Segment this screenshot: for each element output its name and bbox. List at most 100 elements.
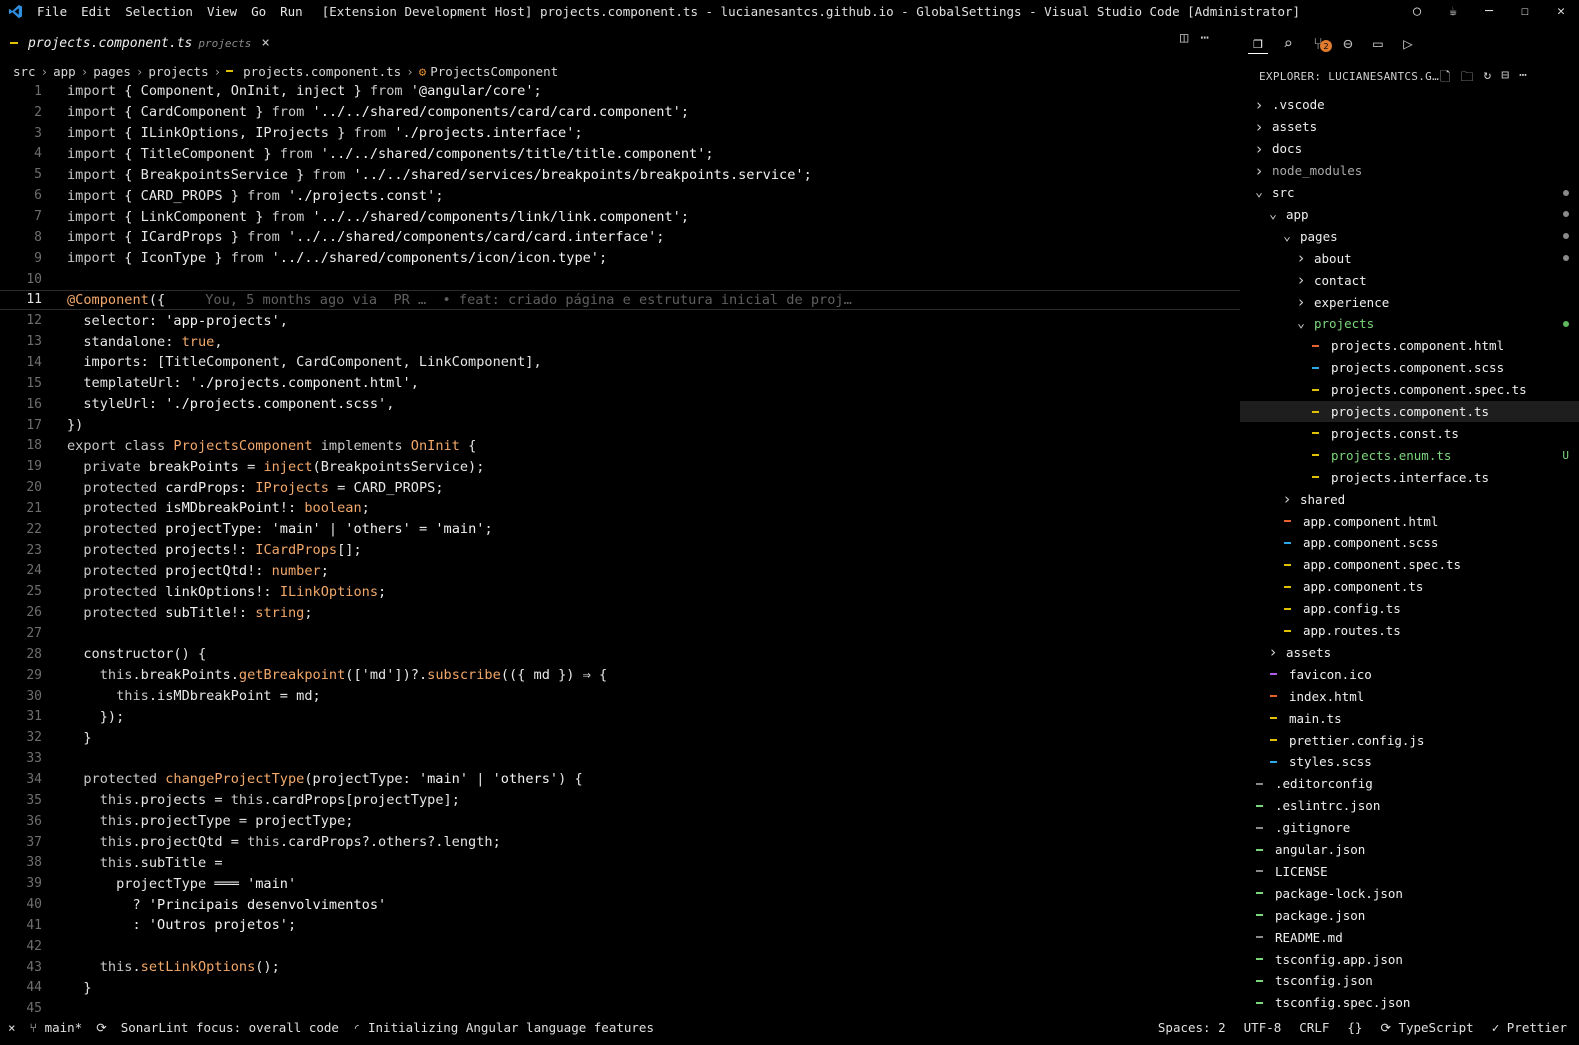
breadcrumb-item[interactable]: projects bbox=[148, 64, 208, 79]
breadcrumb-symbol[interactable]: ProjectsComponent bbox=[430, 64, 558, 79]
folder-item[interactable]: ⌄ app bbox=[1240, 204, 1579, 226]
folder-item[interactable]: › assets bbox=[1240, 116, 1579, 138]
sonarlint-status[interactable]: SonarLint focus: overall code bbox=[121, 1020, 339, 1035]
file-item[interactable]: projects.enum.ts U bbox=[1240, 444, 1579, 466]
file-item[interactable]: index.html bbox=[1240, 685, 1579, 707]
folder-item[interactable]: › shared bbox=[1240, 488, 1579, 510]
menu-selection[interactable]: Selection bbox=[118, 4, 200, 19]
encoding-status[interactable]: UTF-8 bbox=[1244, 1020, 1282, 1035]
menu-file[interactable]: File bbox=[30, 4, 74, 19]
code-line[interactable]: 21 protected isMDbreakPoint!: boolean; bbox=[0, 498, 1240, 519]
menu-run[interactable]: Run bbox=[273, 4, 310, 19]
file-item[interactable]: projects.interface.ts bbox=[1240, 466, 1579, 488]
file-item[interactable]: app.component.html bbox=[1240, 510, 1579, 532]
code-line[interactable]: 30 this.isMDbreakPoint = md; bbox=[0, 686, 1240, 707]
file-item[interactable]: LICENSE bbox=[1240, 861, 1579, 883]
code-line[interactable]: 1 import { Component, OnInit, inject } fr… bbox=[0, 81, 1240, 102]
chevron-right-icon[interactable]: › bbox=[1294, 249, 1308, 267]
breadcrumb-item[interactable]: app bbox=[53, 64, 76, 79]
chevron-right-icon[interactable]: › bbox=[1252, 118, 1266, 136]
extensions-icon[interactable]: ⊖ bbox=[1338, 32, 1358, 54]
menu-view[interactable]: View bbox=[200, 4, 244, 19]
code-line[interactable]: 32 } bbox=[0, 727, 1240, 748]
file-item[interactable]: projects.const.ts bbox=[1240, 423, 1579, 445]
code-line[interactable]: 38 this.subTitle = bbox=[0, 852, 1240, 873]
indentation-status[interactable]: Spaces: 2 bbox=[1158, 1020, 1226, 1035]
chevron-right-icon[interactable]: › bbox=[1252, 96, 1266, 114]
file-item[interactable]: angular.json bbox=[1240, 839, 1579, 861]
code-line[interactable]: 45 bbox=[0, 998, 1240, 1015]
file-item[interactable]: tsconfig.spec.json bbox=[1240, 992, 1579, 1014]
code-line[interactable]: 41 : 'Outros projetos'; bbox=[0, 915, 1240, 936]
file-item[interactable]: .editorconfig bbox=[1240, 773, 1579, 795]
folder-item[interactable]: ⌄ pages bbox=[1240, 225, 1579, 247]
code-line[interactable]: 19 private breakPoints = inject(Breakpoi… bbox=[0, 456, 1240, 477]
chevron-right-icon[interactable]: › bbox=[1294, 271, 1308, 289]
folder-item[interactable]: › experience bbox=[1240, 291, 1579, 313]
refresh-icon[interactable]: ↻ bbox=[1483, 68, 1491, 90]
prettier-status[interactable]: ✓ Prettier bbox=[1492, 1020, 1567, 1035]
code-line[interactable]: 40 ? 'Principais desenvolvimentos' bbox=[0, 894, 1240, 915]
file-item[interactable]: tsconfig.app.json bbox=[1240, 948, 1579, 970]
file-item[interactable]: projects.component.html bbox=[1240, 335, 1579, 357]
code-line[interactable]: 9 import { IconType } from '../../shared/… bbox=[0, 248, 1240, 269]
code-line[interactable]: 5 import { BreakpointsService } from '../… bbox=[0, 164, 1240, 185]
chevron-right-icon[interactable]: › bbox=[1280, 490, 1294, 508]
code-line[interactable]: 7 import { LinkComponent } from '../../sh… bbox=[0, 206, 1240, 227]
search-icon[interactable]: ⌕ bbox=[1278, 32, 1298, 54]
chevron-right-icon[interactable]: › bbox=[1266, 643, 1280, 661]
collapse-all-icon[interactable]: ⊟ bbox=[1501, 68, 1509, 90]
file-item[interactable]: package-lock.json bbox=[1240, 882, 1579, 904]
folder-item[interactable]: › node_modules bbox=[1240, 160, 1579, 182]
chevron-right-icon[interactable]: › bbox=[1294, 293, 1308, 311]
editor-tab-active[interactable]: projects.component.ts projects × bbox=[0, 30, 280, 56]
folder-item[interactable]: ⌄ src bbox=[1240, 182, 1579, 204]
folder-item[interactable]: › .vscode bbox=[1240, 94, 1579, 116]
chevron-down-icon[interactable]: ⌄ bbox=[1294, 316, 1308, 331]
file-item[interactable]: package.json bbox=[1240, 904, 1579, 926]
file-item[interactable]: README.md bbox=[1240, 926, 1579, 948]
code-line[interactable]: 6 import { CARD_PROPS } from './projects.… bbox=[0, 185, 1240, 206]
code-line[interactable]: 11 @Component({You, 5 months ago via PR …… bbox=[0, 289, 1240, 311]
folder-item[interactable]: › assets bbox=[1240, 642, 1579, 664]
breadcrumb-item[interactable]: pages bbox=[93, 64, 131, 79]
file-item[interactable]: projects.component.ts bbox=[1240, 400, 1579, 423]
file-item[interactable]: app.component.scss bbox=[1240, 532, 1579, 554]
code-line[interactable]: 23 protected projects!: ICardProps[]; bbox=[0, 540, 1240, 561]
file-item[interactable]: .gitignore bbox=[1240, 817, 1579, 839]
file-item[interactable]: app.routes.ts bbox=[1240, 620, 1579, 642]
code-line[interactable]: 25 protected linkOptions!: ILinkOptions; bbox=[0, 581, 1240, 602]
chevron-down-icon[interactable]: ⌄ bbox=[1266, 207, 1280, 222]
chevron-right-icon[interactable]: › bbox=[1252, 162, 1266, 180]
code-line[interactable]: 15 templateUrl: './projects.component.ht… bbox=[0, 373, 1240, 394]
code-line[interactable]: 14 imports: [TitleComponent, CardCompone… bbox=[0, 352, 1240, 373]
code-line[interactable]: 31 }); bbox=[0, 707, 1240, 728]
code-line[interactable]: 12 selector: 'app-projects', bbox=[0, 310, 1240, 331]
code-line[interactable]: 24 protected projectQtd!: number; bbox=[0, 561, 1240, 582]
tab-close-icon[interactable]: × bbox=[261, 35, 269, 51]
file-item[interactable]: app.config.ts bbox=[1240, 598, 1579, 620]
folder-item[interactable]: ⌄ projects bbox=[1240, 313, 1579, 335]
new-file-icon[interactable]: 🗋 bbox=[1440, 68, 1450, 90]
chevron-down-icon[interactable]: ⌄ bbox=[1280, 229, 1294, 244]
file-item[interactable]: projects.component.spec.ts bbox=[1240, 379, 1579, 401]
code-line[interactable]: 42 bbox=[0, 936, 1240, 957]
file-item[interactable]: prettier.config.js bbox=[1240, 729, 1579, 751]
folder-item[interactable]: › docs bbox=[1240, 138, 1579, 160]
file-item[interactable]: .eslintrc.json bbox=[1240, 795, 1579, 817]
close-window-icon[interactable]: ✕ bbox=[1543, 4, 1579, 19]
code-line[interactable]: 17}) bbox=[0, 415, 1240, 436]
branch-indicator[interactable]: ⑂ main* bbox=[30, 1020, 83, 1035]
folder-item[interactable]: › contact bbox=[1240, 269, 1579, 291]
file-item[interactable]: favicon.ico bbox=[1240, 663, 1579, 685]
explorer-icon[interactable]: ❐ bbox=[1248, 32, 1268, 54]
inbox-icon[interactable]: ▭ bbox=[1368, 32, 1388, 54]
language-config-icon[interactable]: {} bbox=[1347, 1020, 1362, 1035]
file-item[interactable]: app.component.spec.ts bbox=[1240, 554, 1579, 576]
split-editor-icon[interactable]: ◫ bbox=[1180, 30, 1188, 46]
maximize-icon[interactable]: ☐ bbox=[1507, 4, 1543, 19]
settings-sync-icon[interactable]: ☕ bbox=[1435, 4, 1471, 19]
code-line[interactable]: 22 protected projectType: 'main' | 'othe… bbox=[0, 519, 1240, 540]
code-line[interactable]: 26 protected subTitle!: string; bbox=[0, 602, 1240, 623]
code-editor[interactable]: 1 import { Component, OnInit, inject } fr… bbox=[0, 81, 1240, 1015]
